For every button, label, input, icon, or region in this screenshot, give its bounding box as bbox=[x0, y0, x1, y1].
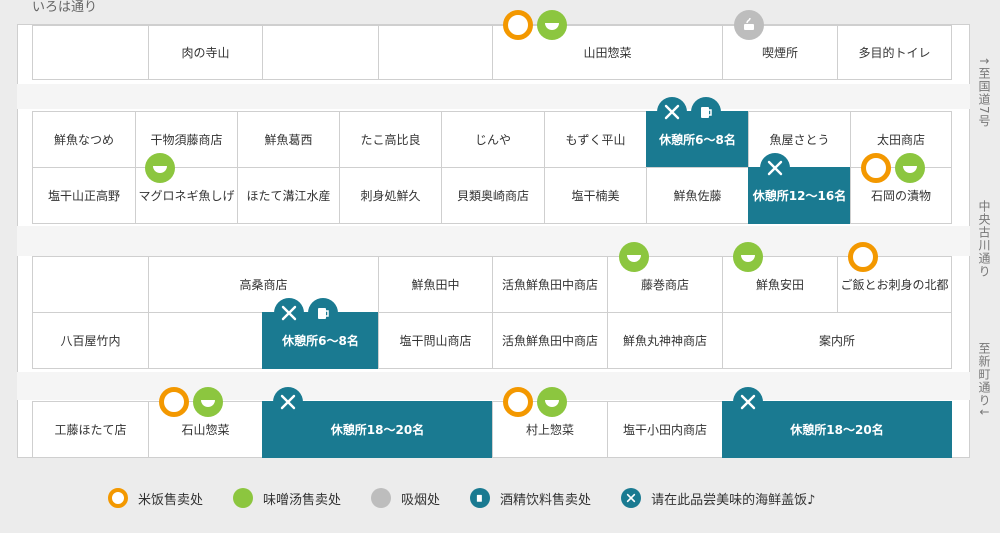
miso-soup-icon bbox=[537, 10, 567, 40]
stall[interactable]: 鮮魚佐藤 bbox=[646, 167, 749, 224]
miso-soup-icon bbox=[233, 488, 254, 508]
stall[interactable]: 鮮魚葛西 bbox=[237, 111, 340, 168]
dish-icon bbox=[274, 298, 304, 328]
aisle bbox=[17, 226, 970, 256]
stall[interactable]: 高桑商店 bbox=[148, 256, 379, 313]
rice-icon bbox=[861, 153, 891, 183]
rice-icon bbox=[503, 10, 533, 40]
miso-soup-icon bbox=[733, 242, 763, 272]
stall[interactable]: 塩干小田内商店 bbox=[607, 401, 723, 458]
stall[interactable]: 鮮魚なつめ bbox=[32, 111, 136, 168]
stall[interactable]: たこ高比良 bbox=[339, 111, 442, 168]
information-desk[interactable]: 案内所 bbox=[722, 312, 952, 369]
legend-item: 酒精饮料售卖处 bbox=[470, 488, 591, 508]
map-legend: 米饭售卖处 味噌汤售卖处 吸烟处 酒精饮料售卖处 请在此品尝美味的海鲜盖饭♪ bbox=[108, 488, 845, 508]
stall[interactable]: 鮮魚田中 bbox=[378, 256, 493, 313]
street-name-right: 至新町通り↓ bbox=[977, 342, 991, 419]
stall[interactable]: 工藤ほたて店 bbox=[32, 401, 149, 458]
stall[interactable]: 貝類奥崎商店 bbox=[441, 167, 545, 224]
stall-icons bbox=[273, 387, 303, 417]
legend-item: 米饭售卖处 bbox=[108, 488, 203, 508]
street-name-top: いろは通り bbox=[32, 0, 98, 15]
stall-icons bbox=[861, 153, 925, 183]
miso-soup-icon bbox=[537, 387, 567, 417]
legend-item: 味噌汤售卖处 bbox=[233, 488, 341, 508]
stall-empty bbox=[32, 25, 149, 80]
aisle bbox=[17, 84, 970, 109]
dish-icon bbox=[621, 488, 642, 508]
dish-icon bbox=[657, 97, 687, 127]
stall-empty bbox=[32, 256, 149, 313]
stall[interactable]: 塩干山正高野 bbox=[32, 167, 136, 224]
stall[interactable]: 刺身処鮮久 bbox=[339, 167, 442, 224]
drink-icon bbox=[691, 97, 721, 127]
drink-icon bbox=[470, 488, 491, 508]
stall[interactable]: 八百屋竹内 bbox=[32, 312, 149, 369]
drink-icon bbox=[308, 298, 338, 328]
legend-label: 酒精饮料售卖处 bbox=[500, 492, 592, 508]
stall-icons bbox=[848, 242, 878, 272]
legend-item: 请在此品尝美味的海鲜盖饭♪ bbox=[621, 488, 815, 508]
stall-empty bbox=[148, 312, 263, 369]
stall-icons bbox=[503, 387, 567, 417]
legend-item: 吸烟处 bbox=[371, 488, 440, 508]
stall[interactable]: 肉の寺山 bbox=[148, 25, 263, 80]
rice-icon bbox=[159, 387, 189, 417]
stall[interactable]: じんや bbox=[441, 111, 545, 168]
dish-icon bbox=[760, 153, 790, 183]
stall-icons bbox=[159, 387, 223, 417]
stall-icons bbox=[619, 242, 649, 272]
legend-label: 味噌汤售卖处 bbox=[263, 492, 342, 508]
dish-icon bbox=[273, 387, 303, 417]
stall[interactable]: 活魚鮮魚田中商店 bbox=[492, 312, 608, 369]
dish-icon bbox=[733, 387, 763, 417]
stall[interactable]: 塩干楠美 bbox=[544, 167, 647, 224]
legend-label: 请在此品尝美味的海鲜盖饭♪ bbox=[651, 492, 816, 508]
stall-icons bbox=[760, 153, 790, 183]
miso-soup-icon bbox=[619, 242, 649, 272]
legend-label: 米饭售卖处 bbox=[138, 492, 204, 508]
miso-soup-icon bbox=[193, 387, 223, 417]
rice-icon bbox=[848, 242, 878, 272]
stall[interactable]: 活魚鮮魚田中商店 bbox=[492, 256, 608, 313]
stall-icons bbox=[657, 97, 721, 127]
restroom[interactable]: 多目的トイレ bbox=[837, 25, 952, 80]
stall[interactable]: もずく平山 bbox=[544, 111, 647, 168]
stall-icons bbox=[733, 242, 763, 272]
stall[interactable]: 塩干問山商店 bbox=[378, 312, 493, 369]
stall-icons bbox=[503, 10, 567, 40]
smoking-icon bbox=[734, 10, 764, 40]
stall-empty bbox=[378, 25, 493, 80]
miso-soup-icon bbox=[895, 153, 925, 183]
stall-icons bbox=[734, 10, 764, 40]
stall[interactable]: ほたて溝江水産 bbox=[237, 167, 340, 224]
legend-label: 吸烟处 bbox=[401, 492, 441, 508]
street-name-right: 中央古川通り bbox=[977, 200, 991, 278]
stall-icons bbox=[733, 387, 763, 417]
rice-icon bbox=[108, 488, 128, 508]
stall-empty bbox=[262, 25, 379, 80]
street-name-right: ↑至国道7号 bbox=[977, 56, 991, 128]
smoking-icon bbox=[371, 488, 392, 508]
stall-icons bbox=[274, 298, 338, 328]
stall[interactable]: 鮮魚丸神神商店 bbox=[607, 312, 723, 369]
rice-icon bbox=[503, 387, 533, 417]
miso-soup-icon bbox=[145, 153, 175, 183]
stall-icons bbox=[145, 153, 175, 183]
